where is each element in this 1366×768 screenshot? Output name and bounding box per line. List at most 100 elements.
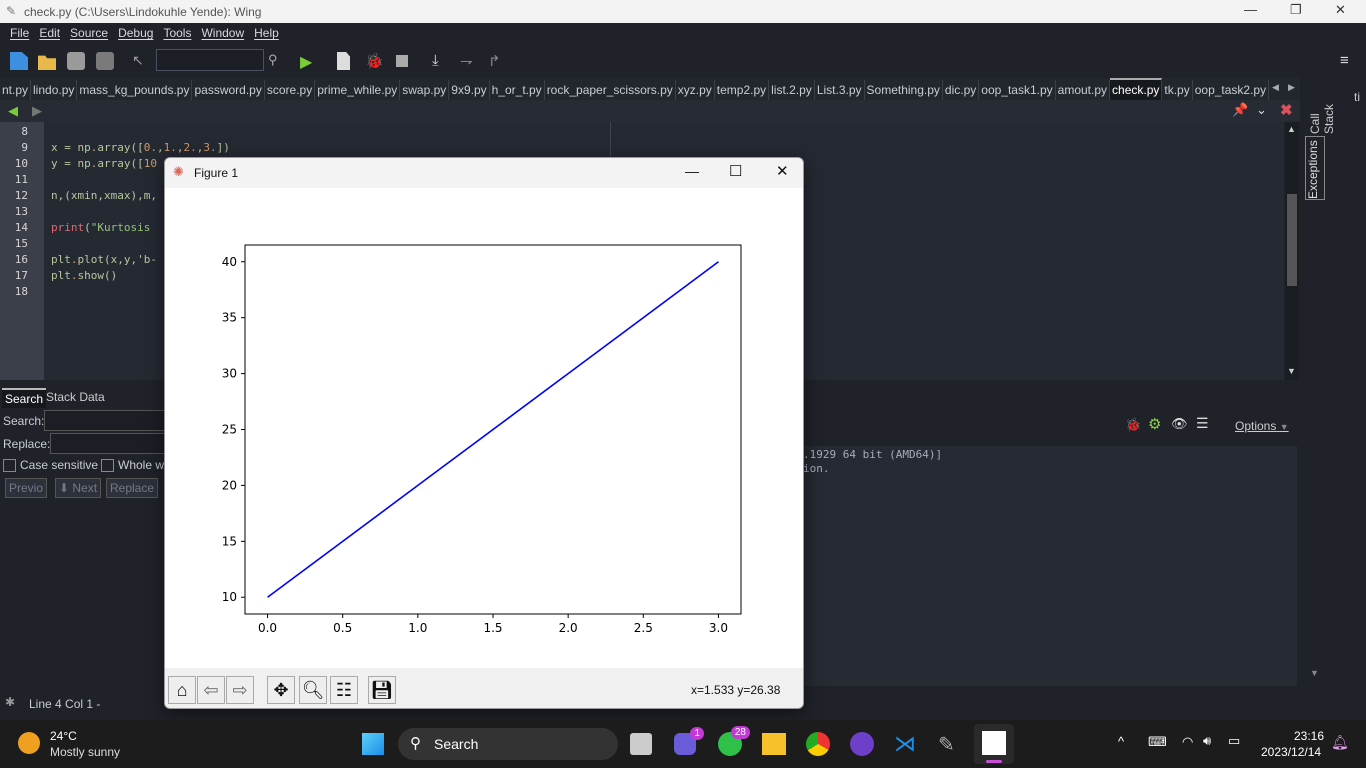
menu-window[interactable]: Window [201, 26, 244, 40]
menu-source[interactable]: Source [70, 26, 108, 40]
tab-search[interactable]: Search [2, 388, 47, 408]
subplots-config-icon[interactable]: ☷ [330, 676, 358, 704]
replace-button[interactable]: Replace [106, 478, 159, 498]
previous-button[interactable]: Previo [5, 478, 48, 498]
vscode-icon[interactable]: ⋊ [894, 732, 918, 756]
scrollbar-thumb[interactable] [1287, 194, 1297, 286]
editor-tab[interactable]: list.2.py [769, 80, 815, 100]
menu-tools[interactable]: Tools [163, 26, 191, 40]
whatsapp-icon[interactable]: 28 [718, 726, 750, 756]
step-out-icon[interactable]: ↱ [488, 52, 506, 70]
editor-tab[interactable]: xyz.py [676, 80, 715, 100]
minimize-button[interactable]: — [1244, 2, 1257, 17]
show-hidden-icons[interactable]: ^ [1118, 734, 1124, 749]
taskbar-search[interactable]: ⚲ Search [398, 728, 618, 760]
editor-tab[interactable]: nt.py [0, 80, 32, 100]
teams-icon[interactable]: 1 [674, 727, 704, 755]
editor-tab[interactable]: swap.py [400, 80, 450, 100]
editor-tab[interactable]: oop_task2.py [1193, 80, 1270, 100]
panel-scroll-down-icon[interactable]: ▼ [1310, 668, 1319, 678]
wifi-icon[interactable]: ◠ [1182, 734, 1193, 750]
windows-start-icon[interactable] [362, 733, 384, 755]
tab-stack-data[interactable]: Stack Data [46, 390, 105, 404]
wing-ide-icon[interactable]: ✎ [938, 732, 962, 756]
stop-icon[interactable] [396, 55, 408, 67]
save-figure-icon[interactable]: 💾︎ [368, 676, 396, 704]
editor-tab[interactable]: oop_task1.py [979, 80, 1056, 100]
shell-output[interactable]: .1929 64 bit (AMD64)] ion. [803, 446, 1297, 686]
run-icon[interactable]: ▶ [300, 52, 318, 71]
next-button[interactable]: ⬇ Next [55, 478, 102, 498]
tab-scroll-left-icon[interactable]: ◀ [1272, 82, 1279, 93]
editor-tab[interactable]: temp2.py [715, 80, 770, 100]
volume-icon[interactable]: 🔊︎ [1203, 733, 1211, 749]
matplotlib-taskbar-icon[interactable] [974, 724, 1014, 764]
debug-bug-icon[interactable]: 🐞 [365, 52, 384, 70]
forward-icon[interactable]: ⇨ [226, 676, 254, 704]
home-icon[interactable]: ⌂ [168, 676, 196, 704]
breakpoint-file-icon[interactable] [337, 52, 350, 70]
editor-tab[interactable]: List.3.py [815, 80, 865, 100]
pointer-icon[interactable]: ↖ [132, 52, 150, 70]
editor-tab[interactable]: check.py [1110, 78, 1163, 100]
file-explorer-icon[interactable] [762, 733, 786, 755]
weather-desc[interactable]: Mostly sunny [50, 745, 120, 759]
save-all-icon[interactable] [96, 52, 114, 70]
battery-icon[interactable]: ▭ [1228, 733, 1240, 749]
editor-tab[interactable]: h_or_t.py [490, 80, 545, 100]
editor-tab[interactable]: rock_paper_scissors.py [545, 80, 676, 100]
task-view-icon[interactable] [630, 733, 652, 755]
step-over-icon[interactable]: ⇁ [460, 52, 478, 70]
whole-words-checkbox[interactable]: Whole w [101, 458, 164, 473]
pan-icon[interactable]: ✥ [267, 676, 295, 704]
debug-bug-icon[interactable]: 🐞 [1125, 417, 1141, 433]
github-desktop-icon[interactable] [850, 732, 874, 756]
new-file-icon[interactable] [10, 52, 28, 70]
dropdown-chevron-icon[interactable]: ⌄ [1256, 102, 1267, 118]
weather-icon[interactable] [18, 732, 40, 754]
figure-maximize-button[interactable]: ☐ [729, 162, 742, 180]
toolbar-search-input[interactable] [156, 49, 264, 71]
close-button[interactable]: ✕ [1335, 2, 1346, 18]
back-icon[interactable]: ⇦ [197, 676, 225, 704]
pin-icon[interactable]: 📌 [1232, 102, 1248, 118]
list-options-icon[interactable]: ☰ [1196, 415, 1209, 432]
close-editor-icon[interactable]: ✖ [1280, 101, 1293, 119]
case-sensitive-checkbox[interactable]: Case sensitive [3, 458, 98, 473]
editor-tab[interactable]: Something.py [865, 80, 943, 100]
editor-tab[interactable]: password.py [192, 80, 265, 100]
clock-date[interactable]: 2023/12/14 [1261, 745, 1321, 759]
back-arrow-icon[interactable]: ◀ [8, 103, 18, 119]
save-icon[interactable] [67, 52, 85, 70]
editor-tab[interactable]: mass_kg_pounds.py [77, 80, 193, 100]
gear-icon[interactable]: ⚙ [1148, 415, 1161, 433]
options-menu[interactable]: Options ▼ [1235, 419, 1289, 433]
hamburger-menu-icon[interactable]: ≡ [1340, 52, 1358, 70]
clock-time[interactable]: 23:16 [1294, 729, 1324, 743]
scroll-down-icon[interactable]: ▼ [1287, 366, 1296, 376]
step-into-icon[interactable]: ⤓ [432, 52, 450, 70]
menu-file[interactable]: File [10, 26, 29, 40]
forward-arrow-icon[interactable]: ▶ [32, 103, 42, 119]
editor-scrollbar[interactable]: ▲ ▼ [1285, 122, 1299, 380]
editor-tab[interactable]: dic.py [943, 80, 980, 100]
tab-exceptions[interactable]: Exceptions [1305, 136, 1325, 200]
search-input[interactable] [44, 410, 165, 431]
scroll-up-icon[interactable]: ▲ [1287, 124, 1296, 134]
restore-button[interactable]: ❐ [1290, 2, 1302, 18]
editor-tab[interactable]: prime_while.py [315, 80, 401, 100]
tab-call-stack[interactable]: Call Stack [1308, 80, 1336, 134]
eye-icon[interactable]: 👁 [1171, 416, 1188, 432]
replace-input[interactable] [50, 433, 165, 454]
open-folder-icon[interactable] [38, 55, 56, 70]
zoom-icon[interactable]: 🔍︎ [299, 676, 327, 704]
editor-tab[interactable]: tk.py [1162, 80, 1193, 100]
notification-bell-icon[interactable]: 🔔︎ [1331, 734, 1349, 751]
figure-minimize-button[interactable]: — [685, 163, 699, 179]
menu-edit[interactable]: Edit [39, 26, 60, 40]
editor-tab[interactable]: 9x9.py [449, 80, 490, 100]
keyboard-icon[interactable]: ⌨ [1148, 734, 1167, 750]
plot-canvas[interactable]: 0.0 0.5 1.0 1.5 2.0 2.5 3.0 10 15 20 25 30 35 40 [165, 188, 804, 668]
weather-temp[interactable]: 24°C [50, 729, 77, 743]
search-icon[interactable]: ⚲ [268, 52, 286, 70]
